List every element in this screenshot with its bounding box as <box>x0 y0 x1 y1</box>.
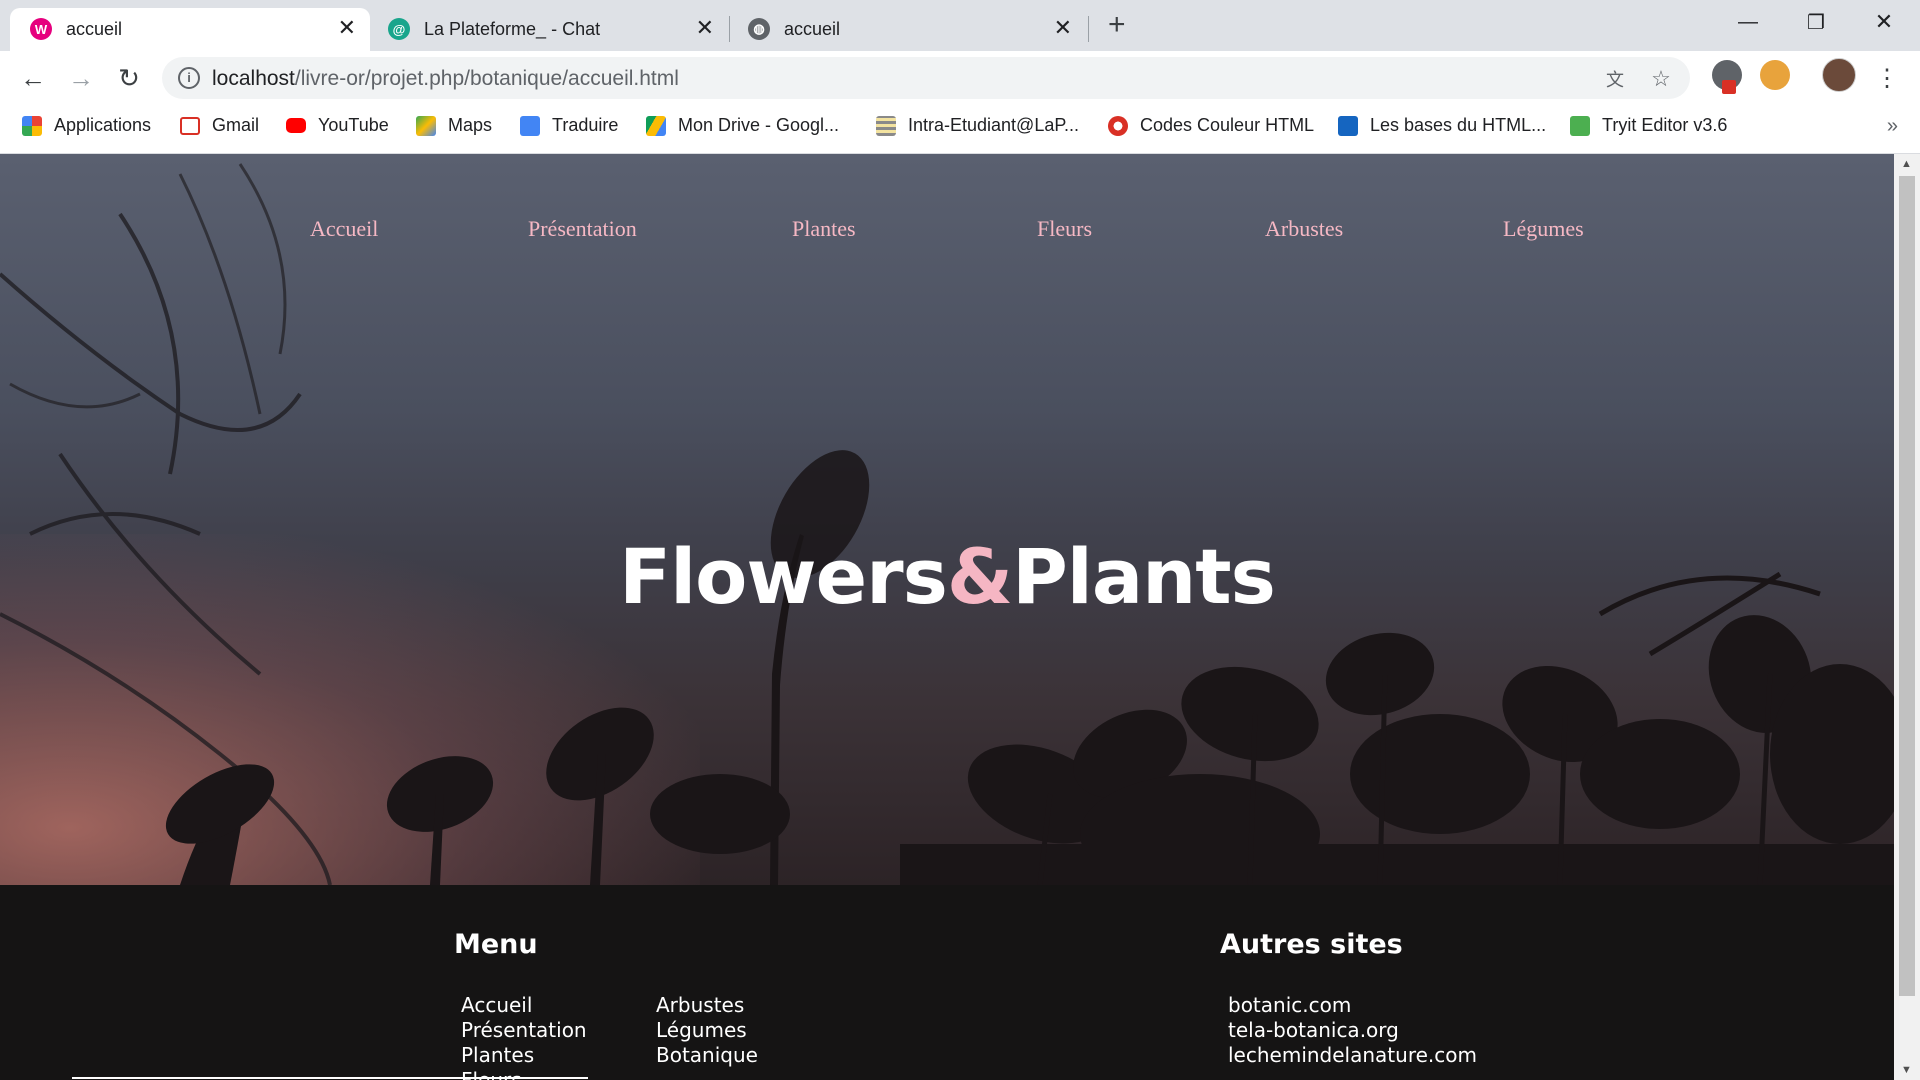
site-info-icon[interactable]: i <box>178 67 200 89</box>
bookmarks-overflow-icon[interactable]: » <box>1887 115 1898 138</box>
tab-separator <box>1088 16 1089 42</box>
footer-link-botanique[interactable]: Botanique <box>656 1043 758 1068</box>
back-icon[interactable]: ← <box>16 61 50 95</box>
footer-link-accueil[interactable]: Accueil <box>461 993 532 1018</box>
hero-section: Accueil Présentation Plantes Fleurs Arbu… <box>0 154 1894 885</box>
extension-alert-badge <box>1722 80 1736 94</box>
tab-accueil-2[interactable]: ◍ accueil ✕ <box>730 8 1086 51</box>
gmail-icon <box>180 116 200 135</box>
scroll-down-icon[interactable]: ▼ <box>1901 1064 1912 1076</box>
footer-link-legumes[interactable]: Légumes <box>656 1018 747 1043</box>
drive-icon <box>646 115 666 136</box>
bookmark-tryit-editor[interactable]: Tryit Editor v3.6 <box>1570 115 1727 136</box>
tab-accueil-active[interactable]: W accueil ✕ <box>10 8 370 51</box>
reed-silhouettes <box>0 163 1894 885</box>
bookmark-applications[interactable]: Applications <box>22 115 151 136</box>
footer-link-plantes[interactable]: Plantes <box>461 1043 534 1068</box>
forward-icon[interactable]: → <box>64 61 98 95</box>
reload-icon[interactable]: ↻ <box>112 61 146 95</box>
hero-title: Flowers&Plants <box>0 532 1894 621</box>
bookmark-bases-html[interactable]: Les bases du HTML... <box>1338 115 1546 136</box>
nav-accueil[interactable]: Accueil <box>310 216 378 242</box>
footer-menu-title: Menu <box>454 929 538 960</box>
bookmark-traduire[interactable]: Traduire <box>520 115 618 136</box>
color-codes-icon <box>1108 115 1128 136</box>
youtube-icon <box>286 118 306 133</box>
restore-icon[interactable]: ❐ <box>1796 6 1836 38</box>
globe-icon: ◍ <box>748 18 770 40</box>
bookmark-mon-drive[interactable]: Mon Drive - Googl... <box>646 115 839 136</box>
bookmark-youtube[interactable]: YouTube <box>286 115 389 136</box>
minimize-icon[interactable]: — <box>1728 6 1768 38</box>
nav-presentation[interactable]: Présentation <box>528 216 637 242</box>
w3schools-icon <box>1570 115 1590 136</box>
tab-strip: W accueil ✕ @ La Plateforme_ - Chat ✕ ◍ … <box>0 0 1920 51</box>
scrollbar-thumb[interactable] <box>1899 176 1915 996</box>
hero-title-word1: Flowers <box>619 532 948 621</box>
url-text[interactable]: localhost/livre-or/projet.php/botanique/… <box>212 67 679 91</box>
footer-sites-title: Autres sites <box>1220 929 1403 960</box>
translate-icon[interactable]: 文 <box>1602 66 1628 92</box>
bookmark-intra-etudiant[interactable]: Intra-Etudiant@LaP... <box>876 115 1079 136</box>
translate-icon <box>520 115 540 136</box>
bookmark-maps[interactable]: Maps <box>416 115 492 136</box>
footer-site-tela-botanica[interactable]: tela-botanica.org <box>1228 1018 1399 1043</box>
site-footer: Menu Accueil Présentation Plantes Fleurs… <box>0 885 1894 1080</box>
tab-chat[interactable]: @ La Plateforme_ - Chat ✕ <box>372 8 728 51</box>
bookmark-star-icon[interactable]: ☆ <box>1648 66 1674 92</box>
scroll-up-icon[interactable]: ▲ <box>1901 158 1912 170</box>
chat-icon: @ <box>388 18 410 40</box>
page-scrollbar[interactable]: ▲ ▼ <box>1894 154 1920 1080</box>
tab-title: accueil <box>66 19 123 39</box>
footer-site-lechemindelanature[interactable]: lechemindelanature.com <box>1228 1043 1477 1068</box>
html-basics-icon <box>1338 115 1358 136</box>
kebab-menu-icon[interactable]: ⋮ <box>1870 61 1904 95</box>
intra-icon <box>876 115 896 136</box>
nav-legumes[interactable]: Légumes <box>1503 216 1584 242</box>
browser-toolbar: ← → ↻ i localhost/livre-or/projet.php/bo… <box>0 51 1920 103</box>
nav-plantes[interactable]: Plantes <box>792 216 856 242</box>
hero-title-word2: Plants <box>1012 532 1276 621</box>
bookmark-gmail[interactable]: Gmail <box>180 115 259 136</box>
wamp-icon: W <box>30 18 52 40</box>
close-tab-icon[interactable]: ✕ <box>338 17 356 39</box>
apps-grid-icon <box>22 115 42 136</box>
page-viewport: Accueil Présentation Plantes Fleurs Arbu… <box>0 154 1894 1080</box>
tab-title: La Plateforme_ - Chat <box>424 19 601 39</box>
footer-site-botanic[interactable]: botanic.com <box>1228 993 1351 1018</box>
nav-fleurs[interactable]: Fleurs <box>1037 216 1092 242</box>
maps-icon <box>416 115 436 136</box>
close-window-icon[interactable]: ✕ <box>1864 6 1904 38</box>
avatar[interactable] <box>1822 58 1856 92</box>
bookmark-codes-couleur[interactable]: Codes Couleur HTML <box>1108 115 1314 136</box>
close-tab-icon[interactable]: ✕ <box>696 17 714 39</box>
close-tab-icon[interactable]: ✕ <box>1054 17 1072 39</box>
footer-link-presentation[interactable]: Présentation <box>461 1018 587 1043</box>
new-tab-icon[interactable]: + <box>1108 10 1126 40</box>
address-bar[interactable]: i localhost/livre-or/projet.php/botaniqu… <box>162 57 1690 99</box>
footer-link-arbustes[interactable]: Arbustes <box>656 993 744 1018</box>
tab-title: accueil <box>784 19 841 39</box>
bookmarks-bar: Applications Gmail YouTube Maps Traduire… <box>0 103 1920 154</box>
nav-arbustes[interactable]: Arbustes <box>1265 216 1343 242</box>
extension-icon[interactable] <box>1760 60 1790 90</box>
hero-ampersand: & <box>946 532 1013 621</box>
footer-divider <box>72 1077 588 1079</box>
